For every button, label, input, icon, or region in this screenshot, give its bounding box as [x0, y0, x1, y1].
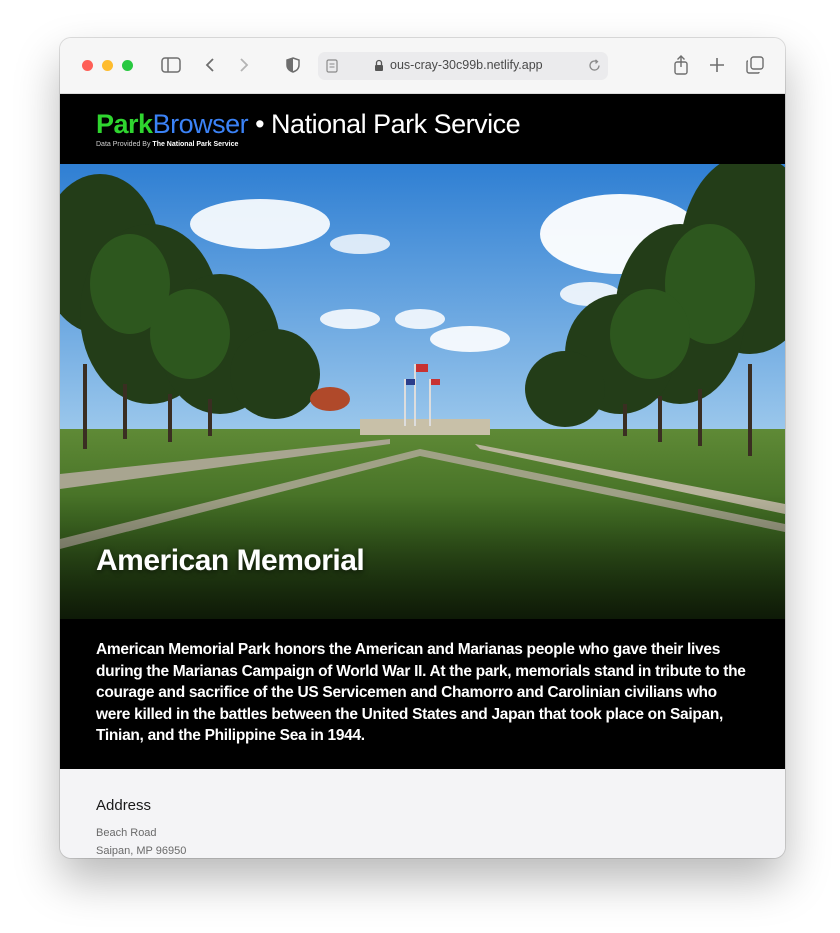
- minimize-window-button[interactable]: [102, 60, 113, 71]
- address-line-2: Saipan, MP 96950: [96, 845, 187, 857]
- share-icon[interactable]: [672, 54, 690, 76]
- reload-icon[interactable]: [588, 59, 601, 77]
- brand-subtitle: • National Park Service: [248, 109, 521, 139]
- address-bar[interactable]: ous-cray-30c99b.netlify.app: [318, 52, 608, 80]
- close-window-button[interactable]: [82, 60, 93, 71]
- site-header: ParkBrowser • National Park Service Data…: [60, 94, 785, 164]
- sidebar-icon[interactable]: [160, 54, 182, 76]
- attribution-prefix: Data Provided By: [96, 141, 153, 148]
- park-title: American Memorial: [96, 544, 365, 577]
- page-icon: [326, 59, 338, 78]
- data-attribution: Data Provided By The National Park Servi…: [96, 141, 238, 148]
- back-icon[interactable]: [202, 54, 218, 76]
- brand-park: Park: [96, 109, 153, 139]
- address-section: Address Beach Road Saipan, MP 96950: [60, 769, 785, 858]
- browser-toolbar: ous-cray-30c99b.netlify.app: [60, 38, 785, 94]
- zoom-window-button[interactable]: [122, 60, 133, 71]
- browser-window: ous-cray-30c99b.netlify.app ParkBrowser …: [60, 38, 785, 858]
- park-description: American Memorial Park honors the Americ…: [96, 641, 746, 744]
- park-hero: American Memorial: [60, 164, 785, 619]
- new-tab-icon[interactable]: [708, 54, 726, 76]
- forward-icon[interactable]: [236, 54, 252, 76]
- tabs-overview-icon[interactable]: [745, 54, 765, 76]
- page-content: ParkBrowser • National Park Service Data…: [60, 94, 785, 858]
- site-logo[interactable]: ParkBrowser • National Park Service: [96, 108, 521, 140]
- attribution-source: The National Park Service: [152, 141, 239, 148]
- address-line-1: Beach Road: [96, 827, 157, 839]
- brand-browser: Browser: [152, 109, 249, 139]
- lock-icon: [374, 59, 384, 77]
- privacy-shield-icon[interactable]: [284, 54, 302, 76]
- url-text: ous-cray-30c99b.netlify.app: [390, 58, 543, 72]
- address-heading: Address: [96, 797, 152, 814]
